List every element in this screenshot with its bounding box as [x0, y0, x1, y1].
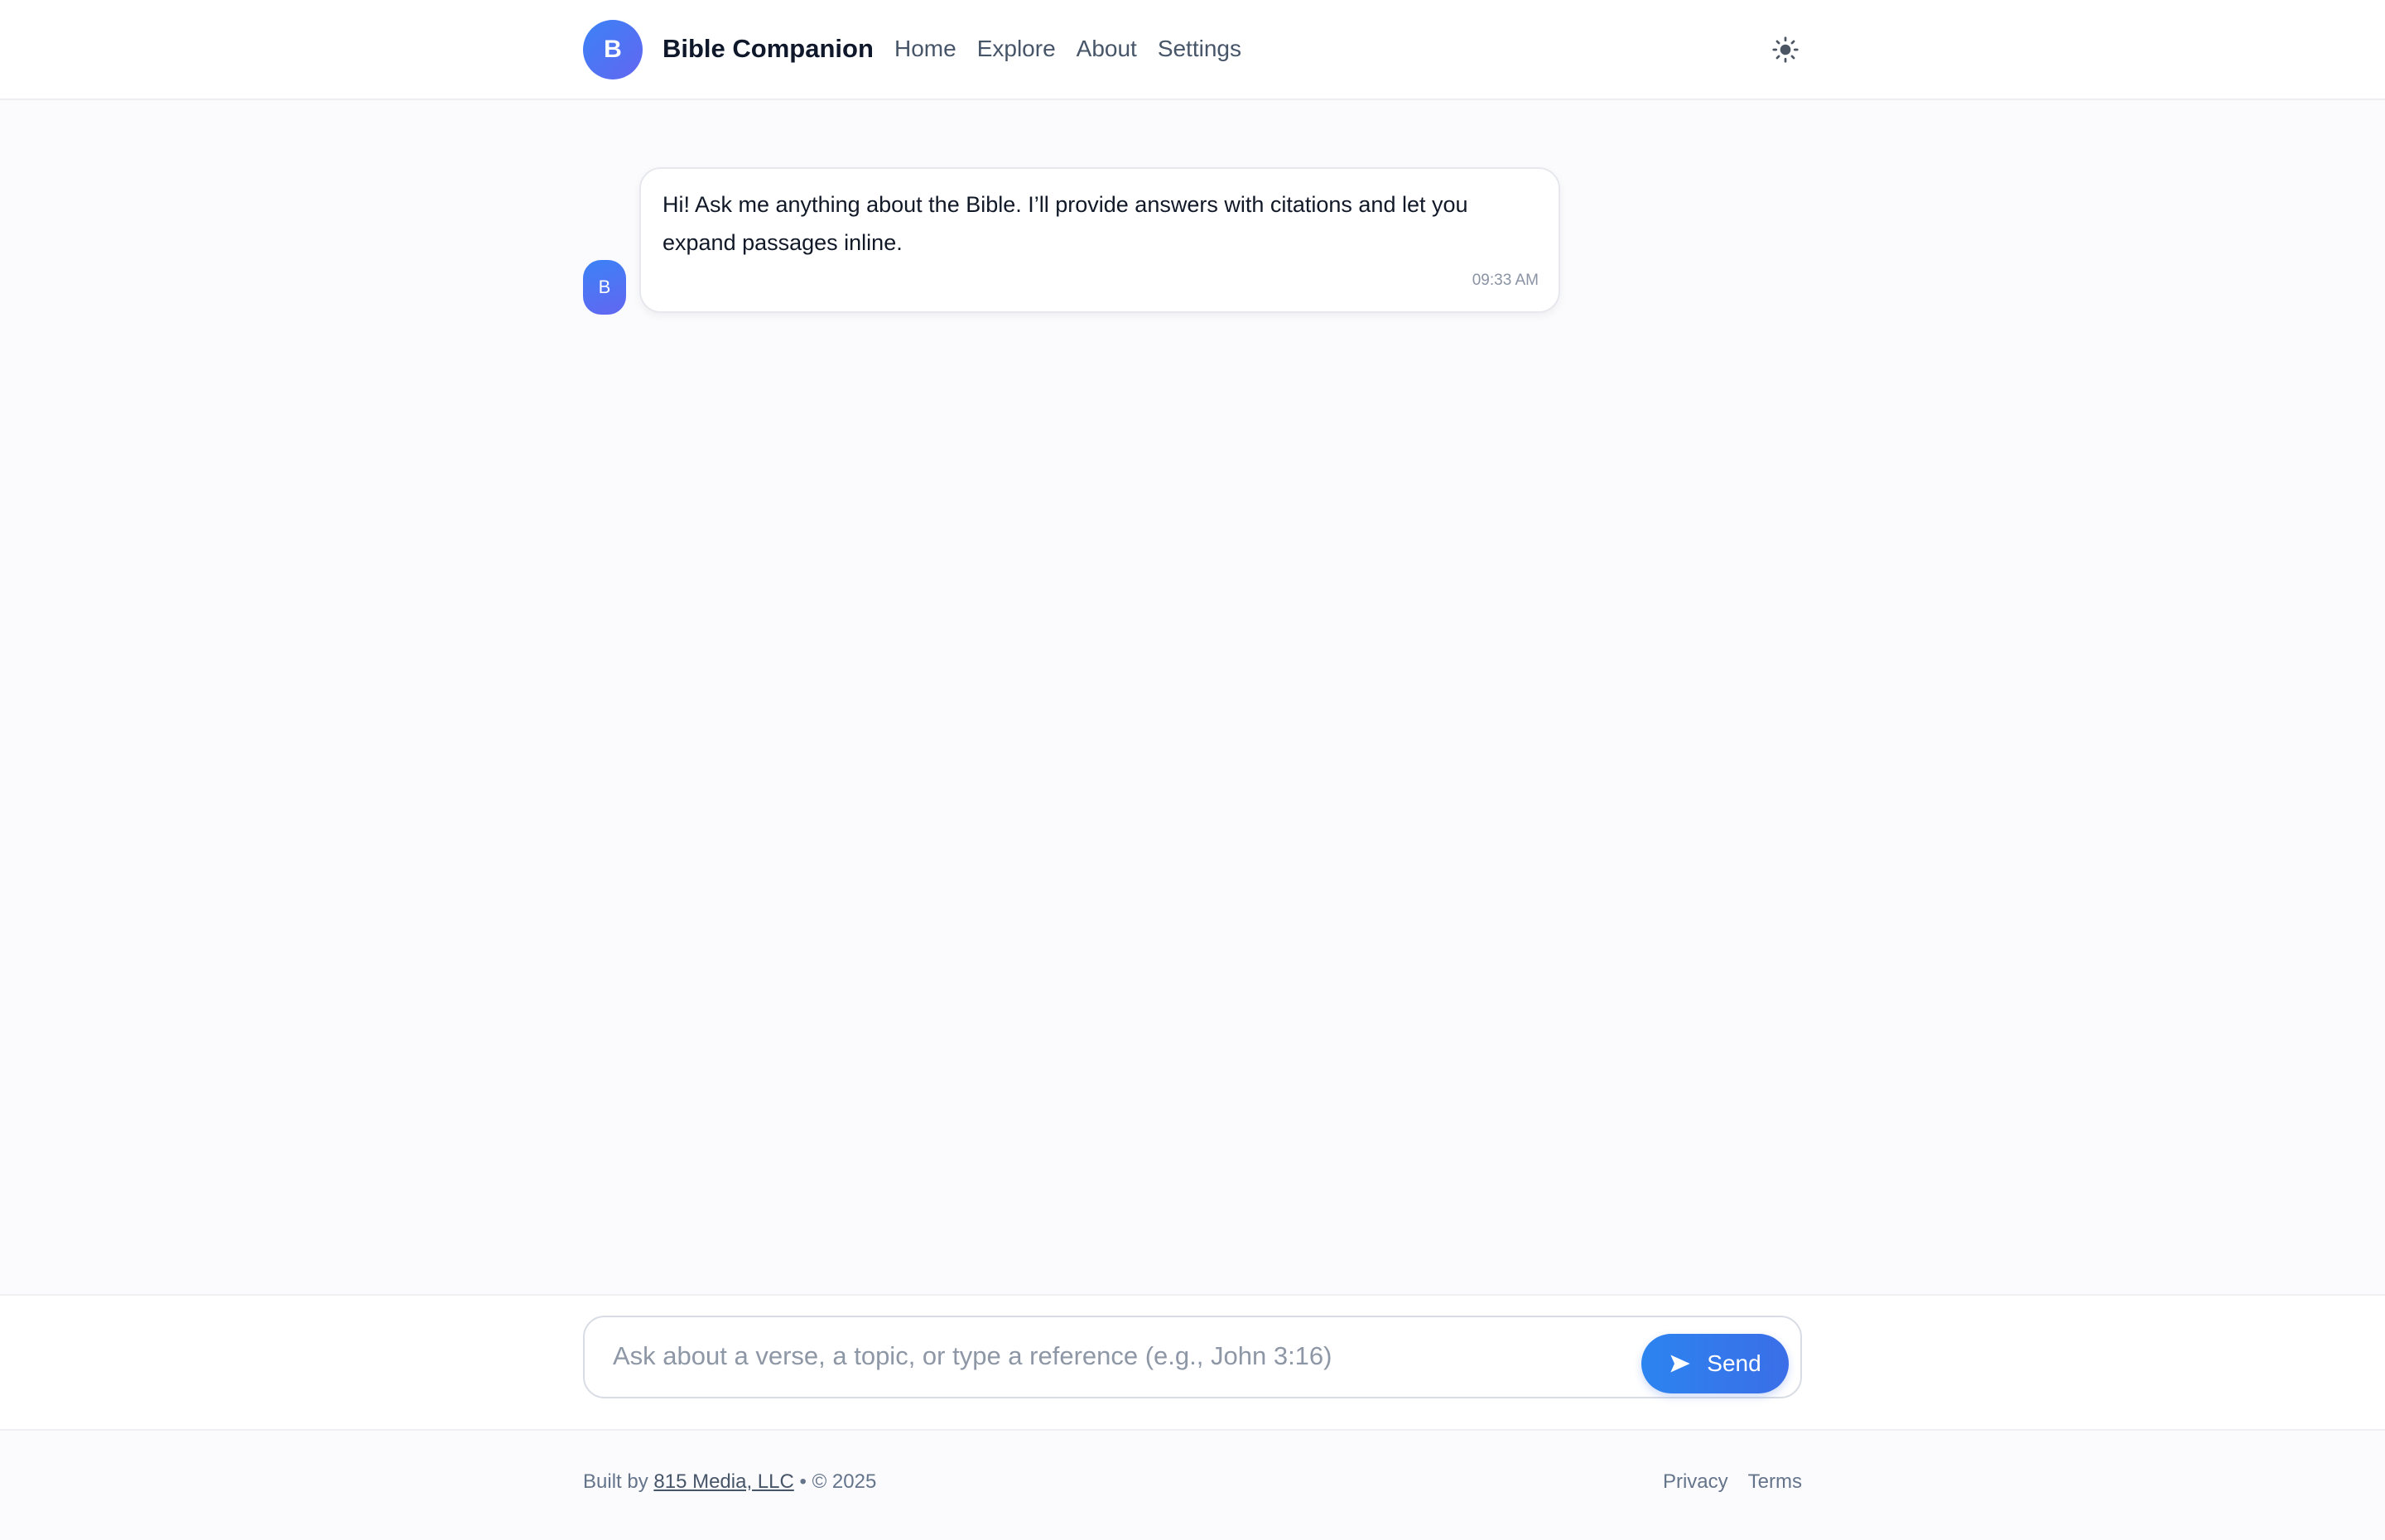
top-navbar: B Bible Companion Home Explore About Set… [0, 0, 2385, 100]
built-by-text: Built by [583, 1470, 648, 1493]
message-text: Hi! Ask me anything about the Bible. I’l… [662, 192, 1468, 255]
send-button-label: Send [1707, 1350, 1761, 1376]
footer-credits: Built by 815 Media, LLC • © 2025 [583, 1470, 876, 1494]
page-footer: Built by 815 Media, LLC • © 2025 Privacy… [583, 1470, 1802, 1504]
privacy-link[interactable]: Privacy [1663, 1470, 1728, 1494]
main-nav: Home Explore About Settings [894, 31, 1241, 66]
send-button[interactable]: Send [1641, 1334, 1789, 1393]
app-name[interactable]: Bible Companion [662, 31, 874, 66]
send-arrow-icon [1670, 1355, 1690, 1373]
company-link[interactable]: 815 Media, LLC [653, 1470, 793, 1493]
terms-link[interactable]: Terms [1748, 1470, 1802, 1494]
chat-messages: B Hi! Ask me anything about the Bible. I… [583, 167, 1802, 315]
navbar-content: B Bible Companion Home Explore About Set… [583, 0, 1802, 99]
bot-message: B Hi! Ask me anything about the Bible. I… [583, 167, 1802, 315]
message-input[interactable] [611, 1335, 1605, 1377]
app-logo[interactable]: B [583, 20, 643, 79]
nav-about-link[interactable]: About [1077, 31, 1137, 66]
message-timestamp: 09:33 AM [1472, 272, 1539, 289]
copyright-text: • © 2025 [799, 1470, 877, 1493]
nav-home-link[interactable]: Home [894, 31, 956, 66]
composer-bar: Send [0, 1294, 2385, 1431]
footer-links: Privacy Terms [1663, 1470, 1802, 1494]
theme-toggle-button[interactable] [1769, 33, 1802, 66]
nav-settings-link[interactable]: Settings [1158, 31, 1241, 66]
message-composer: Send [583, 1316, 1802, 1398]
nav-explore-link[interactable]: Explore [977, 31, 1056, 66]
bot-avatar: B [583, 260, 626, 315]
message-bubble: Hi! Ask me anything about the Bible. I’l… [639, 167, 1560, 313]
sun-icon [1772, 36, 1799, 63]
